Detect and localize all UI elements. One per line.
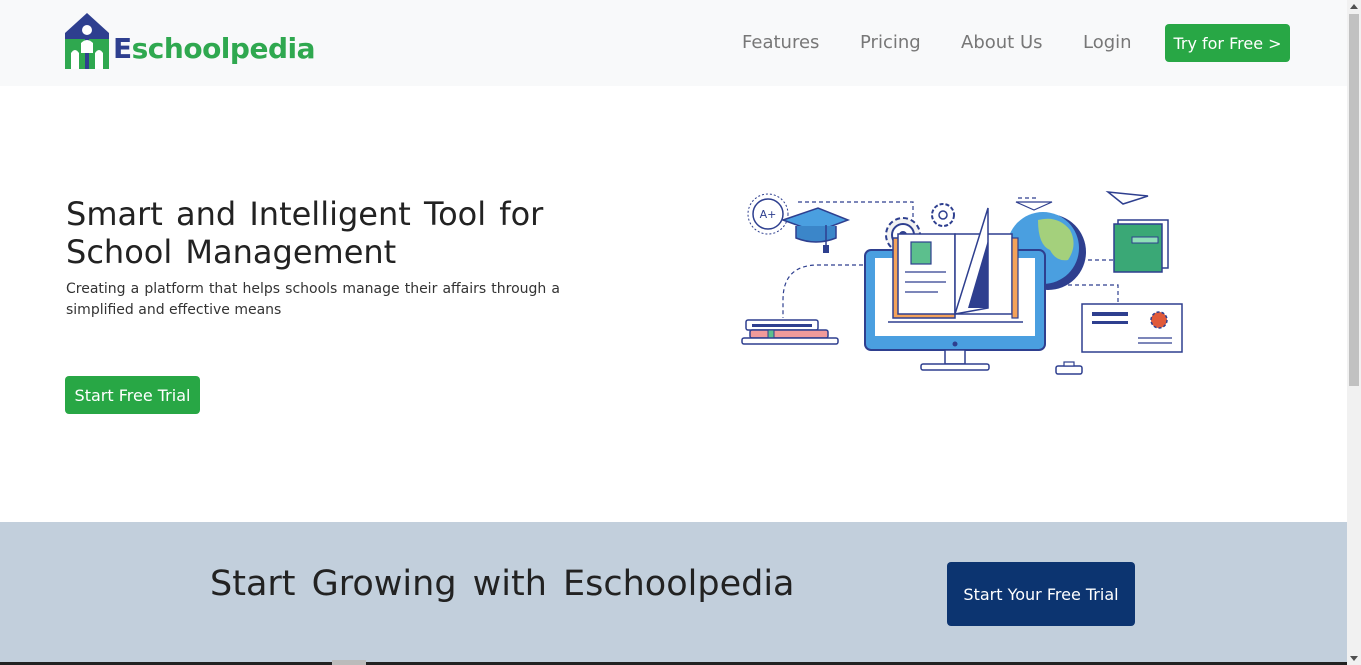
hero-title: Smart and Intelligent Tool for School Ma…	[66, 195, 544, 271]
vertical-scrollbar[interactable]	[1347, 0, 1361, 665]
start-free-trial-button[interactable]: Start Free Trial	[65, 376, 200, 414]
grade-badge-icon: A+	[747, 193, 789, 235]
cta-band: Start Growing with Eschoolpedia Start Yo…	[0, 522, 1347, 665]
nav-about-us[interactable]: About Us	[961, 32, 1043, 54]
school-management-illustration: A+	[741, 191, 1183, 375]
logo-wordmark: Eschoolpedia	[113, 35, 315, 63]
certificate-card-icon	[1081, 303, 1183, 353]
scroll-down-arrow-icon[interactable]	[1350, 656, 1358, 661]
nav-login[interactable]: Login	[1083, 32, 1132, 54]
briefcase-icon	[1055, 361, 1083, 375]
book-stack-icon	[741, 319, 839, 345]
graduation-cap-icon	[780, 207, 851, 253]
logo[interactable]: Eschoolpedia	[63, 13, 323, 73]
hero-subtitle: Creating a platform that helps schools m…	[66, 281, 560, 318]
bottom-notch	[332, 660, 366, 665]
grade-badge-text: A+	[760, 208, 777, 221]
notebook-icon	[1113, 219, 1169, 273]
nav-features[interactable]: Features	[742, 32, 819, 54]
scrollbar-thumb[interactable]	[1349, 14, 1359, 386]
logo-letter-e: E	[113, 32, 132, 65]
cta-band-title: Start Growing with Eschoolpedia	[210, 564, 795, 604]
try-for-free-button[interactable]: Try for Free >	[1165, 24, 1290, 62]
logo-wordmark-rest: schoolpedia	[131, 32, 316, 65]
navbar: Eschoolpedia Features Pricing About Us L…	[0, 0, 1347, 86]
start-your-free-trial-button[interactable]: Start Your Free Trial	[947, 562, 1135, 626]
school-house-icon	[65, 13, 109, 69]
paper-plane-icon	[1015, 191, 1149, 211]
small-gear-icon	[931, 203, 955, 227]
nav-pricing[interactable]: Pricing	[860, 32, 921, 54]
scroll-up-arrow-icon[interactable]	[1350, 4, 1358, 9]
page: Eschoolpedia Features Pricing About Us L…	[0, 0, 1347, 665]
